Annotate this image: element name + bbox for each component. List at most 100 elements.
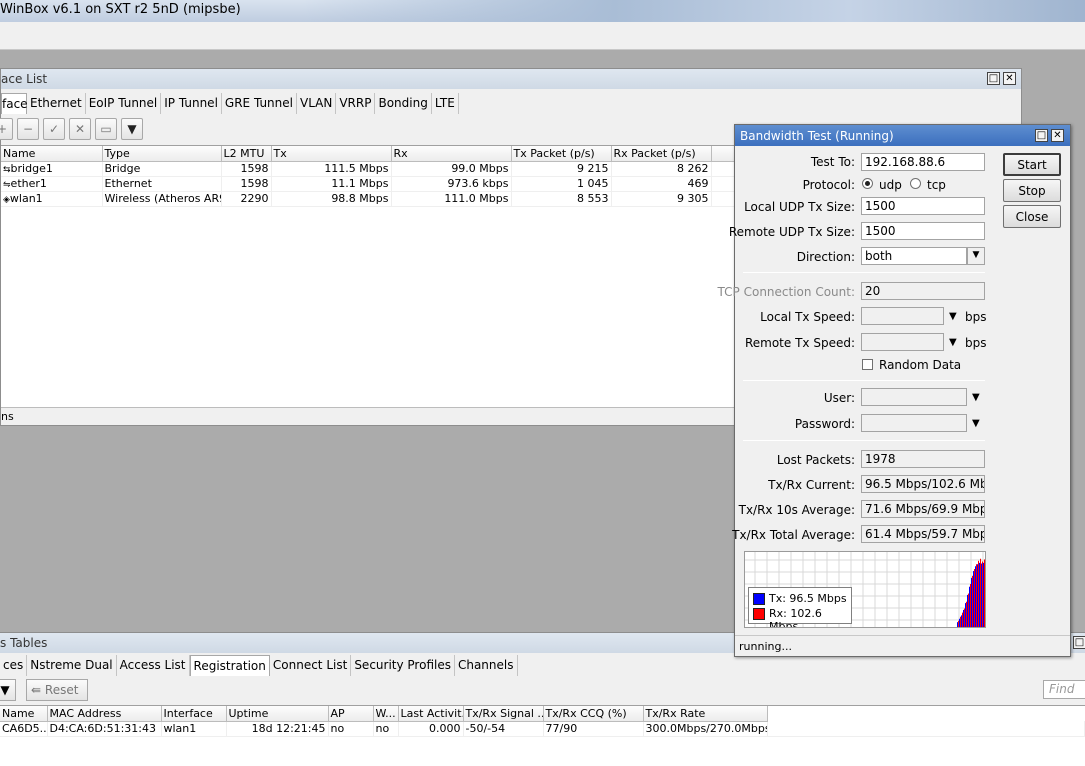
tab-channels[interactable]: Channels — [455, 655, 518, 676]
stop-button[interactable]: Stop — [1003, 179, 1061, 202]
interface-window-titlebar[interactable]: ace List — [1, 69, 1021, 89]
tab-gre-tunnel[interactable]: GRE Tunnel — [222, 93, 297, 114]
title-bar-decoration — [300, 0, 1085, 22]
registration-window-title: s Tables — [0, 636, 48, 650]
tx-swatch — [753, 593, 765, 605]
local-udp-size-label: Local UDP Tx Size: — [744, 200, 855, 214]
comment-icon[interactable]: ▭ — [95, 118, 117, 140]
legend-tx: Tx: 96.5 Mbps — [769, 592, 847, 605]
col-w[interactable]: W... — [373, 706, 399, 722]
col-name[interactable]: Name — [1, 146, 103, 162]
random-data-checkbox[interactable] — [862, 359, 873, 370]
local-tx-speed-field[interactable] — [861, 307, 944, 325]
col-ap[interactable]: AP — [328, 706, 374, 722]
col-type[interactable]: Type — [102, 146, 222, 162]
password-dropdown-icon[interactable]: ▼ — [972, 418, 980, 429]
test-to-field[interactable]: 192.168.88.6 — [861, 153, 985, 171]
tx-bar — [969, 586, 970, 627]
interface-table: Name Type L2 MTU Tx Rx Tx Packet (p/s) R… — [1, 145, 735, 407]
app-title: WinBox v6.1 on SXT r2 5nD (mipsbe) — [0, 2, 241, 17]
bandwidth-test-titlebar[interactable]: Bandwidth Test (Running) — [735, 125, 1070, 146]
col-mac[interactable]: MAC Address — [47, 706, 162, 722]
close-icon[interactable]: ✕ — [1051, 129, 1064, 142]
tab-access-list[interactable]: Access List — [117, 655, 190, 676]
remote-udp-size-label: Remote UDP Tx Size: — [728, 225, 855, 239]
close-button[interactable]: Close — [1003, 205, 1061, 228]
col-interface[interactable]: Interface — [161, 706, 227, 722]
local-udp-size-field[interactable]: 1500 — [861, 197, 985, 215]
table-row[interactable]: ⇆bridge1 Bridge 1598 111.5 Mbps 99.0 Mbp… — [1, 161, 735, 177]
close-icon[interactable]: ✕ — [1003, 72, 1016, 85]
col-ccq[interactable]: Tx/Rx CCQ (%) — [543, 706, 644, 722]
direction-dropdown-icon[interactable]: ▼ — [967, 247, 985, 265]
user-dropdown-icon[interactable]: ▼ — [972, 392, 980, 403]
row-rx: 973.6 kbps — [391, 176, 512, 192]
maximize-button[interactable]: □ — [1073, 636, 1085, 649]
table-row[interactable]: ⇋ether1 Ethernet 1598 11.1 Mbps 973.6 kb… — [1, 176, 735, 192]
tcp-connection-count-field[interactable]: 20 — [861, 282, 985, 300]
filter-icon[interactable]: ▼ — [121, 118, 143, 140]
col-signal[interactable]: Tx/Rx Signal ... — [463, 706, 544, 722]
col-tx[interactable]: Tx — [271, 146, 392, 162]
col-uptime[interactable]: Uptime — [226, 706, 329, 722]
rx-swatch — [753, 608, 765, 620]
remove-icon[interactable]: − — [17, 118, 39, 140]
tx-bar — [959, 618, 960, 627]
rx-bar — [982, 561, 983, 627]
tab-interface[interactable]: face — [1, 93, 28, 114]
table-row[interactable]: CA6D5... D4:CA:6D:51:31:43 wlan1 18d 12:… — [0, 721, 1085, 737]
col-l2mtu[interactable]: L2 MTU — [221, 146, 272, 162]
tab-security-profiles[interactable]: Security Profiles — [351, 655, 455, 676]
tab-lte[interactable]: LTE — [432, 93, 459, 114]
local-tx-speed-dropdown-icon[interactable]: ▼ — [949, 311, 957, 322]
maximize-button[interactable]: □ — [987, 72, 1000, 85]
bandwidth-test-title: Bandwidth Test (Running) — [740, 129, 894, 143]
tab-interfaces[interactable]: ces — [0, 655, 28, 676]
rx-bar — [974, 569, 975, 627]
col-tx-packet[interactable]: Tx Packet (p/s) — [511, 146, 612, 162]
tx-bar — [965, 603, 966, 627]
direction-select[interactable]: both — [861, 247, 967, 265]
remote-udp-size-field[interactable]: 1500 — [861, 222, 985, 240]
find-input[interactable]: Find — [1043, 680, 1085, 699]
reset-button[interactable]: ⇚ Reset — [26, 679, 88, 701]
tab-connect-list[interactable]: Connect List — [270, 655, 352, 676]
row-tx: 98.8 Mbps — [271, 191, 392, 207]
col-name[interactable]: Name — [0, 706, 48, 722]
registration-table: Name MAC Address Interface Uptime AP W..… — [0, 705, 1085, 766]
reg-rate: 300.0Mbps/270.0Mbps — [643, 721, 768, 737]
row-name: wlan1 — [9, 192, 43, 205]
registration-tabs: ces Nstreme Dual Access List Registratio… — [0, 655, 518, 677]
remote-tx-speed-dropdown-icon[interactable]: ▼ — [949, 337, 957, 348]
tx-rx-current-field: 96.5 Mbps/102.6 Mbps — [861, 475, 985, 493]
user-field[interactable] — [861, 388, 967, 406]
tab-vrrp[interactable]: VRRP — [336, 93, 376, 114]
remote-tx-speed-field[interactable] — [861, 333, 944, 351]
tx-rx-current-label: Tx/Rx Current: — [768, 478, 855, 492]
tab-ip-tunnel[interactable]: IP Tunnel — [161, 93, 222, 114]
tx-rx-total-average-field: 61.4 Mbps/59.7 Mbps — [861, 525, 985, 543]
protocol-udp-radio[interactable] — [862, 178, 873, 189]
maximize-button[interactable]: □ — [1035, 129, 1048, 142]
protocol-tcp-radio[interactable] — [910, 178, 921, 189]
col-rate[interactable]: Tx/Rx Rate — [643, 706, 768, 722]
col-rx[interactable]: Rx — [391, 146, 512, 162]
col-last-activity[interactable]: Last Activit... — [398, 706, 464, 722]
row-txp: 9 215 — [511, 161, 612, 177]
tab-bonding[interactable]: Bonding — [375, 93, 432, 114]
enable-icon[interactable]: ✓ — [43, 118, 65, 140]
password-field[interactable] — [861, 414, 967, 432]
col-rx-packet[interactable]: Rx Packet (p/s) — [611, 146, 712, 162]
tab-registration[interactable]: Registration — [189, 655, 270, 676]
disable-icon[interactable]: ✕ — [69, 118, 91, 140]
table-row[interactable]: ◈wlan1 Wireless (Atheros AR9... 2290 98.… — [1, 191, 735, 207]
tab-vlan[interactable]: VLAN — [297, 93, 337, 114]
filter-icon[interactable]: ▼ — [0, 679, 16, 701]
tab-nstreme-dual[interactable]: Nstreme Dual — [27, 655, 117, 676]
tab-eoip-tunnel[interactable]: EoIP Tunnel — [86, 93, 162, 114]
graph-legend: Tx: 96.5 Mbps Rx: 102.6 Mbps — [748, 587, 852, 627]
bandwidth-graph: Tx: 96.5 Mbps Rx: 102.6 Mbps — [744, 551, 986, 628]
tab-ethernet[interactable]: Ethernet — [27, 93, 86, 114]
start-button[interactable]: Start — [1003, 153, 1061, 176]
add-icon[interactable]: + — [0, 118, 13, 140]
